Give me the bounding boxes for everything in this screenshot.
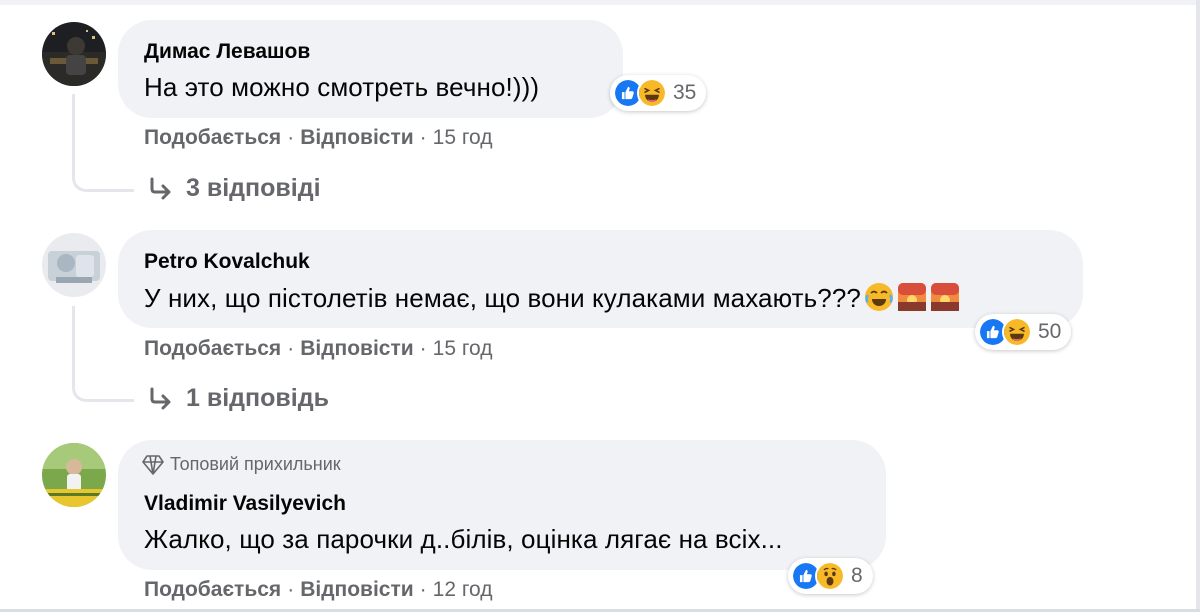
reaction-count: 35 — [673, 81, 697, 104]
timestamp[interactable]: 15 год — [433, 337, 493, 361]
like-button[interactable]: Подобається — [144, 126, 281, 150]
separator-dot: · — [419, 126, 427, 149]
comment-bubble: Димас Левашов На это можно смотреть вечн… — [118, 20, 623, 118]
reply-button[interactable]: Відповісти — [300, 126, 413, 150]
sunset-emoji-icon — [897, 283, 926, 311]
separator-dot: · — [287, 337, 295, 360]
separator-dot: · — [419, 578, 427, 601]
reactions-summary[interactable]: 8 — [788, 558, 873, 594]
comment-text: На это можно смотреть вечно!))) — [144, 72, 540, 102]
comment-bubble: Топовий прихильник Vladimir Vasilyevich … — [118, 440, 886, 570]
sunset-emoji-icon — [930, 283, 959, 311]
joy-emoji-icon — [864, 283, 893, 311]
comment-author[interactable]: Petro Kovalchuk — [144, 250, 310, 274]
diamond-icon — [142, 454, 164, 475]
avatar[interactable] — [42, 22, 106, 86]
like-button[interactable]: Подобається — [144, 337, 281, 361]
comment-text: У них, що пістолетів немає, що вони кула… — [144, 282, 960, 314]
reply-arrow-icon — [150, 387, 171, 409]
replies-count-label: 3 відповіді — [186, 174, 321, 202]
view-replies-button[interactable]: 1 відповідь — [146, 384, 329, 413]
reactions-summary[interactable]: 50 — [975, 314, 1072, 350]
comment-bubble: Petro Kovalchuk У них, що пістолетів нем… — [118, 230, 1083, 328]
reply-thread-line — [72, 306, 134, 402]
reply-arrow-icon — [150, 177, 171, 199]
comment-author[interactable]: Димас Левашов — [144, 40, 310, 64]
reply-button[interactable]: Відповісти — [300, 578, 413, 602]
replies-count-label: 1 відповідь — [186, 384, 329, 412]
like-button[interactable]: Подобається — [144, 578, 281, 602]
reaction-count: 8 — [851, 564, 863, 587]
reaction-count: 50 — [1038, 320, 1062, 343]
timestamp[interactable]: 12 год — [433, 578, 493, 602]
comment-text: Жалко, що за парочки д..білів, оцінка ля… — [144, 524, 783, 554]
badge-label: Топовий прихильник — [170, 454, 341, 474]
top-fan-badge: Топовий прихильник — [142, 454, 341, 475]
haha-icon — [637, 78, 667, 108]
comment-actions: Подобається · Відповісти · 15 год — [144, 126, 493, 150]
reply-button[interactable]: Відповісти — [300, 337, 413, 361]
separator-dot: · — [287, 578, 295, 601]
timestamp[interactable]: 15 год — [433, 126, 493, 150]
avatar[interactable] — [42, 233, 106, 297]
reactions-summary[interactable]: 35 — [610, 75, 707, 111]
separator-dot: · — [287, 126, 295, 149]
comment-actions: Подобається · Відповісти · 12 год — [144, 578, 493, 602]
comment-author[interactable]: Vladimir Vasilyevich — [144, 492, 346, 516]
avatar[interactable] — [42, 443, 106, 507]
haha-icon — [1002, 317, 1032, 347]
view-replies-button[interactable]: 3 відповіді — [146, 174, 321, 203]
right-border — [1196, 0, 1200, 612]
comment-text-body: У них, що пістолетів немає, що вони кула… — [144, 283, 861, 313]
comment-actions: Подобається · Відповісти · 15 год — [144, 337, 493, 361]
wow-icon — [815, 561, 845, 591]
separator-dot: · — [419, 337, 427, 360]
reply-thread-line — [72, 94, 134, 192]
top-divider — [0, 0, 1200, 5]
